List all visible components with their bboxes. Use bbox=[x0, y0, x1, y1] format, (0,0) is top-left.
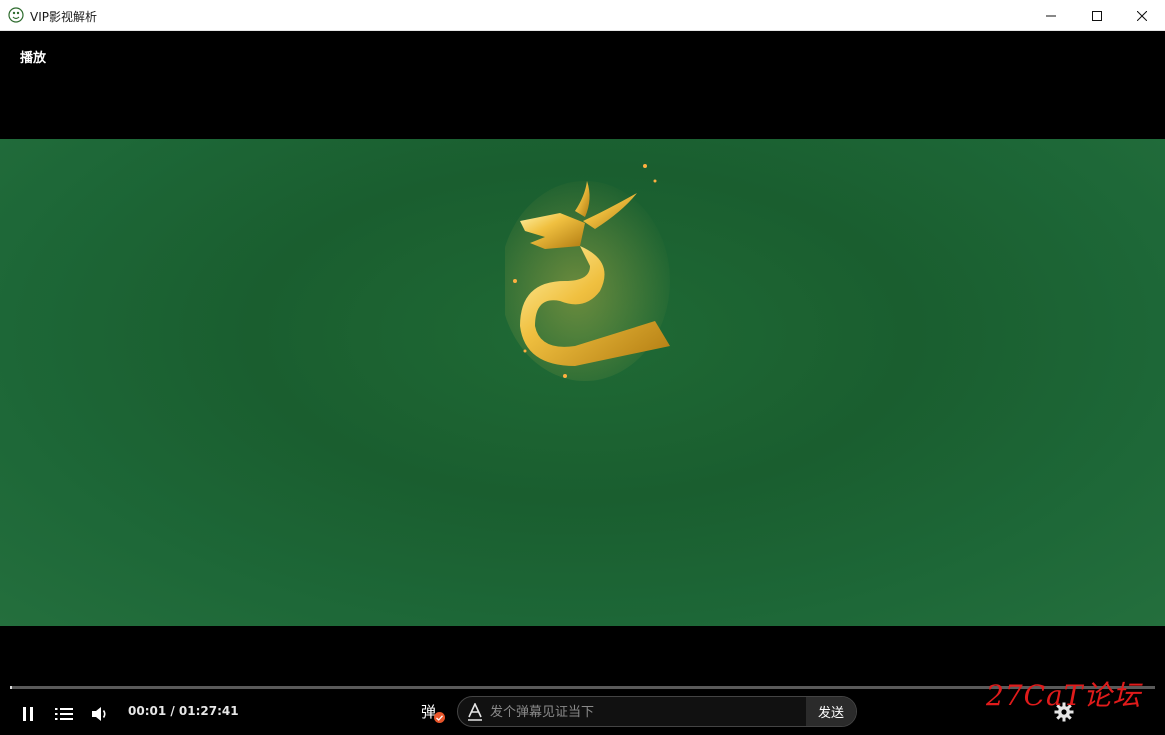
video-frame[interactable] bbox=[0, 139, 1165, 626]
close-button[interactable] bbox=[1119, 0, 1165, 31]
progress-bar[interactable] bbox=[10, 686, 1155, 689]
volume-icon bbox=[92, 707, 106, 721]
danmu-input-bar: 发送 bbox=[457, 696, 857, 727]
pause-icon bbox=[23, 707, 33, 721]
playlist-button[interactable] bbox=[52, 702, 76, 726]
danmu-input[interactable] bbox=[488, 697, 807, 726]
pause-button[interactable] bbox=[16, 702, 40, 726]
player-top-label: 播放 bbox=[20, 51, 47, 66]
send-danmu-button[interactable]: 发送 bbox=[806, 697, 856, 726]
minimize-icon bbox=[1046, 15, 1056, 16]
maximize-icon bbox=[1092, 10, 1102, 21]
window-titlebar: VIP影视解析 bbox=[0, 0, 1165, 31]
watermark: 27CaT论坛 bbox=[986, 679, 1142, 712]
progress-bar-played bbox=[10, 686, 12, 689]
video-player[interactable]: 播放 00:01 / 01:27:41 弹 发个弹幕见证当下 发送 27CaT论… bbox=[0, 31, 1165, 735]
time-display: 00:01 / 01:27:41 bbox=[128, 704, 239, 718]
font-style-icon[interactable] bbox=[467, 703, 483, 721]
volume-button[interactable] bbox=[88, 702, 112, 726]
window-title: VIP影视解析 bbox=[30, 10, 97, 24]
danmu-toggle-button[interactable]: 弹 bbox=[421, 701, 447, 725]
maximize-button[interactable] bbox=[1074, 0, 1120, 31]
minimize-button[interactable] bbox=[1028, 0, 1074, 31]
dragon-logo-image bbox=[505, 164, 670, 381]
check-icon bbox=[434, 712, 445, 723]
app-logo-icon bbox=[8, 7, 24, 23]
close-icon bbox=[1137, 10, 1147, 21]
list-icon bbox=[55, 708, 73, 720]
